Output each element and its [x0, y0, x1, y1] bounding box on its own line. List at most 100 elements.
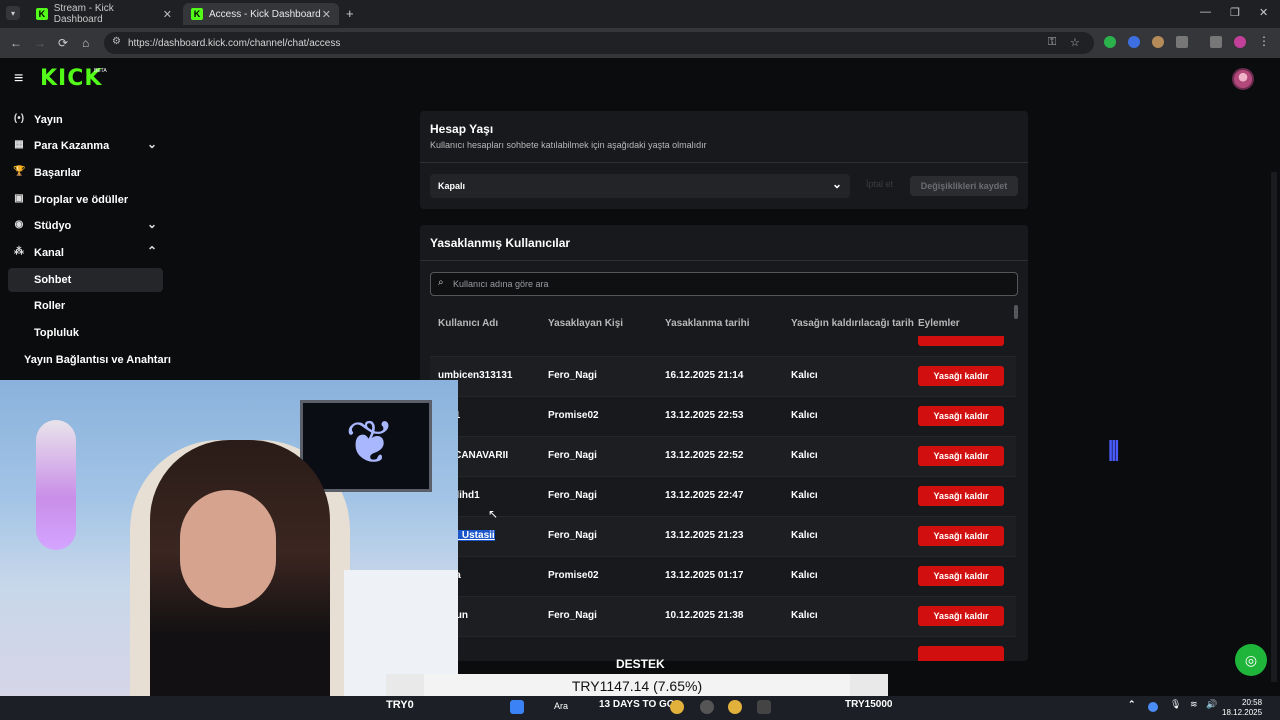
clock-time: 20:58: [1242, 698, 1263, 707]
bookmark-star-icon[interactable]: ☆: [1070, 36, 1080, 49]
column-header[interactable]: Yasaklayan Kişi: [548, 318, 623, 329]
banned-users-panel: Yasaklanmış Kullanıcılar ⌕ Kullanıcı adı…: [420, 225, 1028, 661]
microphone-shape: [36, 420, 76, 550]
chrome-icon[interactable]: [728, 700, 742, 714]
minimize-icon[interactable]: —: [1200, 6, 1211, 18]
unban-button[interactable]: Yasağı kaldır: [918, 486, 1004, 506]
column-header[interactable]: Yasağın kaldırılacağı tarih: [791, 318, 914, 329]
donation-goal-bar: TRY1147.14 (7.65%): [386, 674, 888, 698]
cloud-icon[interactable]: [1148, 702, 1158, 712]
windows-start-icon[interactable]: [510, 700, 524, 714]
divider: [420, 260, 1028, 261]
unban-button[interactable]: [918, 646, 1004, 661]
column-header[interactable]: Eylemler: [918, 318, 960, 329]
close-window-icon[interactable]: ✕: [1259, 6, 1268, 19]
cancel-button[interactable]: İptal et: [866, 179, 893, 189]
search-input[interactable]: ⌕ Kullanıcı adına göre ara: [430, 272, 1018, 296]
unban-button[interactable]: Yasağı kaldır: [918, 406, 1004, 426]
cell-banned-by[interactable]: Fero_Nagi: [548, 530, 597, 541]
site-info-icon[interactable]: ⚙: [112, 36, 121, 47]
media-controls-icon[interactable]: [1210, 36, 1222, 48]
close-icon[interactable]: ✕: [163, 8, 172, 21]
panel-description: Kullanıcı hesapları sohbete katılabilmek…: [430, 140, 707, 150]
studio-icon: ◉: [14, 219, 24, 230]
table-row: [430, 636, 1016, 661]
cell-banned-by[interactable]: Fero_Nagi: [548, 490, 597, 501]
sidebar-item-label: Roller: [34, 300, 66, 312]
monetization-icon: ▦: [14, 139, 24, 150]
app-icon[interactable]: [757, 700, 771, 714]
sidebar-item-basarilar[interactable]: 🏆 Başarılar: [8, 161, 163, 185]
extension-face-icon[interactable]: [1152, 36, 1164, 48]
extension-audio-icon[interactable]: [1128, 36, 1140, 48]
cell-banned-by[interactable]: Fero_Nagi: [548, 450, 597, 461]
back-icon[interactable]: ←: [10, 36, 22, 50]
menu-dots-icon[interactable]: ⋮: [1258, 34, 1270, 48]
cell-banned-by[interactable]: Promise02: [548, 570, 599, 581]
clock-date: 18.12.2025: [1222, 708, 1263, 717]
tray-chevron-icon[interactable]: ⌃: [1128, 699, 1136, 710]
new-tab-icon[interactable]: +: [346, 6, 354, 21]
sidebar-item-kanal[interactable]: ⁂ Kanal ⌃: [8, 241, 163, 265]
forward-icon[interactable]: →: [34, 36, 46, 50]
home-icon[interactable]: ⌂: [82, 36, 89, 50]
extensions-puzzle-icon[interactable]: [1176, 36, 1188, 48]
chrome-icon[interactable]: [670, 700, 684, 714]
avatar[interactable]: [1232, 68, 1254, 90]
url-field[interactable]: ⚙ https://dashboard.kick.com/channel/cha…: [104, 32, 1094, 54]
sidebar-item-yayin[interactable]: (•) Yayın: [8, 108, 163, 132]
unban-button[interactable]: Yasağı kaldır: [918, 526, 1004, 546]
extension-shield-icon[interactable]: [1104, 36, 1116, 48]
kick-favicon-icon: K: [36, 8, 48, 20]
cell-banned-by[interactable]: Promise02: [548, 410, 599, 421]
sidebar-item-para-kazanma[interactable]: ▦ Para Kazanma ⌄: [8, 134, 163, 158]
mic-icon[interactable]: 🎙: [1170, 699, 1181, 710]
save-changes-button[interactable]: Değişiklikleri kaydet: [910, 176, 1018, 196]
voice-widget-icon[interactable]: ⦀: [1108, 436, 1132, 472]
key-icon[interactable]: ⚿: [1048, 36, 1056, 49]
wifi-icon[interactable]: ≋: [1190, 699, 1198, 710]
tab-access[interactable]: K Access - Kick Dashboard ✕: [183, 3, 339, 25]
taskbar-search[interactable]: Ara: [554, 701, 568, 711]
volume-icon[interactable]: 🔊: [1206, 699, 1217, 710]
sidebar-item-sohbet[interactable]: Sohbet: [8, 268, 163, 292]
cell-unban-date: Kalıcı: [791, 410, 818, 421]
sidebar-item-yayin-baglantisi[interactable]: Yayın Bağlantısı ve Anahtarı: [8, 348, 178, 372]
reload-icon[interactable]: ⟳: [58, 36, 68, 50]
sidebar-item-roller[interactable]: Roller: [8, 294, 163, 318]
system-clock[interactable]: 20:58 18.12.2025: [1222, 698, 1262, 718]
unban-button[interactable]: Yasağı kaldır: [918, 366, 1004, 386]
chevron-down-icon: ⌄: [831, 177, 842, 191]
cell-ban-date: 13.12.2025 22:47: [665, 490, 744, 501]
cell-unban-date: Kalıcı: [791, 610, 818, 621]
table-header: Kullanıcı Adı Yasaklayan Kişi Yasaklanma…: [420, 315, 1028, 335]
sidebar-item-topluluk[interactable]: Topluluk: [8, 321, 163, 345]
cell-banned-by[interactable]: Fero_Nagi: [548, 610, 597, 621]
cell-unban-date: Kalıcı: [791, 570, 818, 581]
profile-icon[interactable]: [1234, 36, 1246, 48]
taskbar: TRY0 Ara 13 DAYS TO GO TRY15000 ⌃ 🎙 ≋ 🔊 …: [0, 696, 1280, 720]
restore-icon[interactable]: ❐: [1230, 6, 1240, 19]
app-icon[interactable]: [700, 700, 714, 714]
close-icon[interactable]: ✕: [322, 8, 331, 21]
unban-button[interactable]: Yasağı kaldır: [918, 446, 1004, 466]
cell-banned-by[interactable]: Fero_Nagi: [548, 370, 597, 381]
sidebar-item-studyo[interactable]: ◉ Stüdyo ⌄: [8, 214, 163, 238]
help-chat-icon[interactable]: ◎: [1235, 644, 1267, 676]
hamburger-menu-icon[interactable]: ≡: [14, 70, 23, 88]
face-shape: [180, 490, 276, 608]
column-header[interactable]: Yasaklanma tarihi: [665, 318, 750, 329]
support-label: DESTEK: [616, 657, 665, 671]
mouse-cursor-icon: ↖: [488, 507, 499, 521]
sidebar-item-droplar[interactable]: ▣ Droplar ve ödüller: [8, 188, 163, 212]
account-age-select[interactable]: Kapalı ⌄: [430, 174, 850, 198]
unban-button[interactable]: Yasağı kaldır: [918, 566, 1004, 586]
page-scrollbar[interactable]: [1271, 172, 1277, 682]
tab-search-icon[interactable]: ▾: [6, 6, 20, 20]
column-header[interactable]: Kullanıcı Adı: [438, 318, 498, 329]
table-row: umbicen313131 Fero_Nagi 16.12.2025 21:14…: [430, 356, 1016, 396]
sidebar-item-label: Para Kazanma: [34, 140, 110, 152]
unban-button[interactable]: Yasağı kaldır: [918, 606, 1004, 626]
tab-stream[interactable]: K Stream - Kick Dashboard ✕: [28, 3, 180, 25]
unban-button[interactable]: [918, 336, 1004, 346]
